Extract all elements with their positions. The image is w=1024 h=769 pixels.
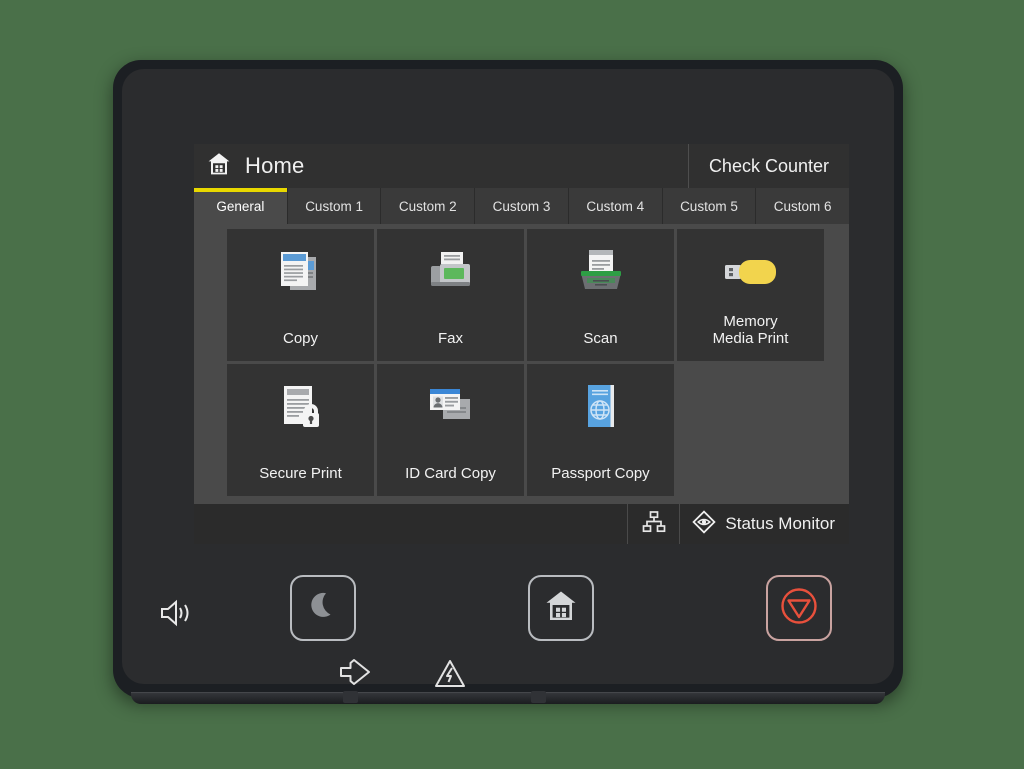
network-lan-button[interactable]	[627, 504, 679, 544]
data-indicator	[337, 658, 373, 690]
home-house-grid-icon	[206, 151, 232, 182]
passport-book-icon	[570, 376, 632, 438]
function-tile-panel: Copy Fax Scan Memory Media Print Secure …	[194, 224, 849, 504]
device-body: Home Check Counter General Custom 1 Cust…	[122, 69, 894, 687]
mount-tab-right	[531, 691, 546, 703]
status-monitor-eye-diamond-icon	[692, 509, 717, 539]
tile-memory-media-print[interactable]: Memory Media Print	[677, 229, 824, 361]
status-monitor-label: Status Monitor	[725, 514, 835, 533]
usb-flash-drive-icon	[720, 241, 782, 303]
tab-custom-1[interactable]: Custom 1	[287, 188, 381, 224]
speaker-volume-icon	[155, 593, 201, 633]
tab-general[interactable]: General	[194, 188, 287, 224]
tile-copy[interactable]: Copy	[227, 229, 374, 361]
tab-custom-4[interactable]: Custom 4	[568, 188, 662, 224]
network-lan-icon	[642, 510, 666, 538]
stop-button[interactable]	[766, 575, 832, 641]
id-card-icon	[420, 376, 482, 438]
screen-header: Home Check Counter	[194, 144, 849, 188]
check-counter-button[interactable]: Check Counter	[687, 144, 849, 188]
status-monitor-button[interactable]: Status Monitor	[679, 504, 849, 544]
tile-label: Passport Copy	[551, 464, 650, 482]
tab-custom-2[interactable]: Custom 2	[381, 188, 475, 224]
device-bottom-lip	[131, 692, 885, 704]
home-house-grid-icon	[543, 588, 579, 629]
mount-tab-left	[343, 691, 358, 703]
document-lock-icon	[270, 376, 332, 438]
fax-machine-icon	[420, 241, 482, 303]
tile-fax[interactable]: Fax	[377, 229, 524, 361]
stop-circle-triangle-icon	[779, 586, 819, 631]
tile-label: Scan	[583, 329, 618, 347]
copy-documents-icon	[270, 241, 332, 303]
home-title-area[interactable]: Home	[194, 144, 688, 188]
tile-id-card-copy[interactable]: ID Card Copy	[377, 364, 524, 496]
home-button[interactable]	[528, 575, 594, 641]
tile-passport-copy[interactable]: Passport Copy	[527, 364, 674, 496]
page-title: Home	[245, 153, 305, 178]
tile-empty-slot	[677, 364, 824, 496]
tile-row: Copy Fax Scan Memory Media Print	[227, 229, 840, 361]
tile-secure-print[interactable]: Secure Print	[227, 364, 374, 496]
sleep-button[interactable]	[290, 575, 356, 641]
tile-label: Fax	[437, 329, 463, 347]
tile-row: Secure Print ID Card Copy Passport Copy	[227, 364, 840, 496]
tile-label: Memory Media Print	[712, 312, 789, 347]
tile-scan[interactable]: Scan	[527, 229, 674, 361]
scanner-icon	[570, 241, 632, 303]
tab-custom-6[interactable]: Custom 6	[756, 188, 850, 224]
tab-strip: General Custom 1 Custom 2 Custom 3 Custo…	[194, 188, 850, 224]
status-bar: Status Monitor	[194, 504, 849, 544]
tab-custom-5[interactable]: Custom 5	[662, 188, 756, 224]
touch-screen: Home Check Counter General Custom 1 Cust…	[194, 144, 850, 544]
tile-label: Copy	[282, 329, 319, 347]
crescent-moon-icon	[306, 589, 340, 628]
error-indicator	[432, 658, 468, 690]
tile-label: Secure Print	[259, 464, 342, 482]
control-panel-device: Home Check Counter General Custom 1 Cust…	[113, 60, 903, 704]
arrow-into-diamond-icon	[338, 658, 372, 691]
tab-custom-3[interactable]: Custom 3	[475, 188, 568, 224]
tile-label: ID Card Copy	[405, 464, 496, 482]
